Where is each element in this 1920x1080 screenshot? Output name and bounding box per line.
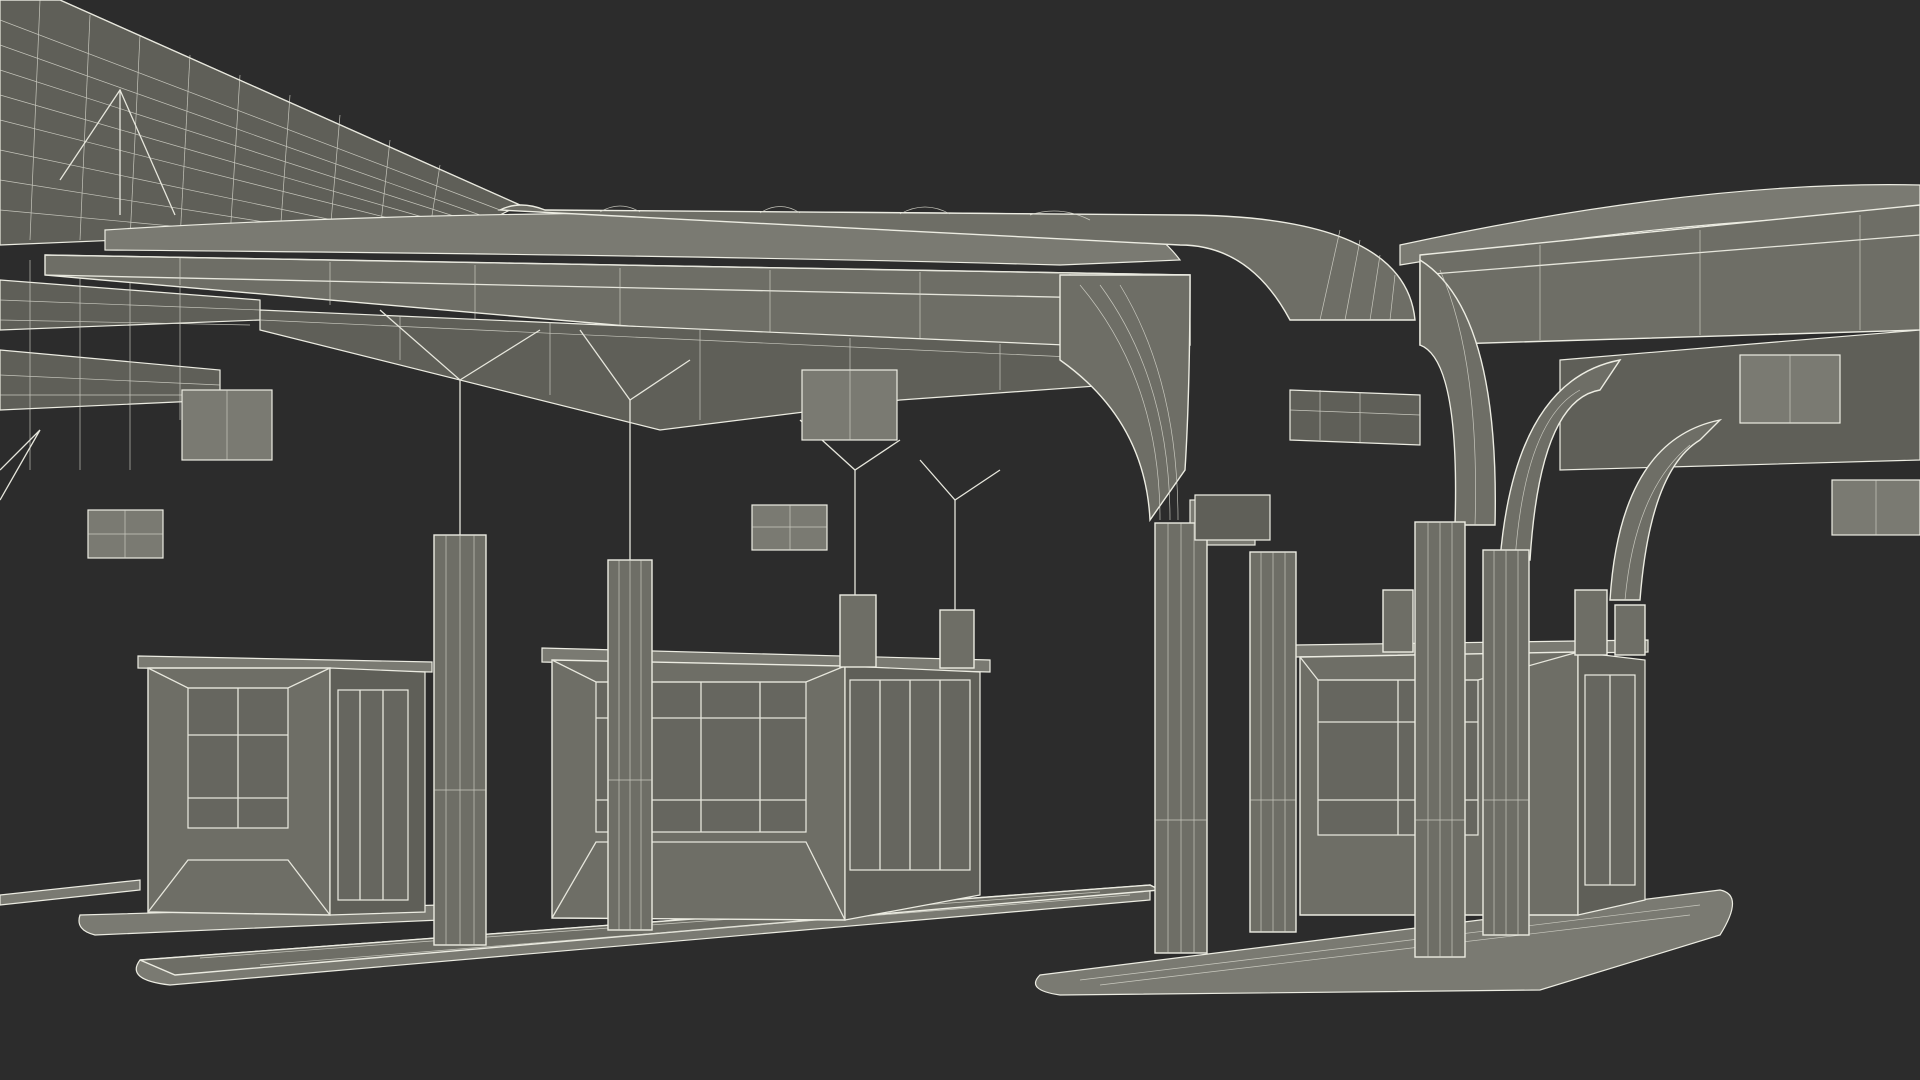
toll-booth-left bbox=[137, 655, 433, 916]
distant-canopy bbox=[1194, 389, 1421, 541]
main-canopy-right bbox=[1399, 184, 1920, 601]
wireframe-scene bbox=[0, 0, 1920, 996]
render-viewport bbox=[0, 0, 1920, 1080]
toll-booth-right bbox=[1294, 639, 1649, 916]
support-columns bbox=[433, 521, 1646, 958]
